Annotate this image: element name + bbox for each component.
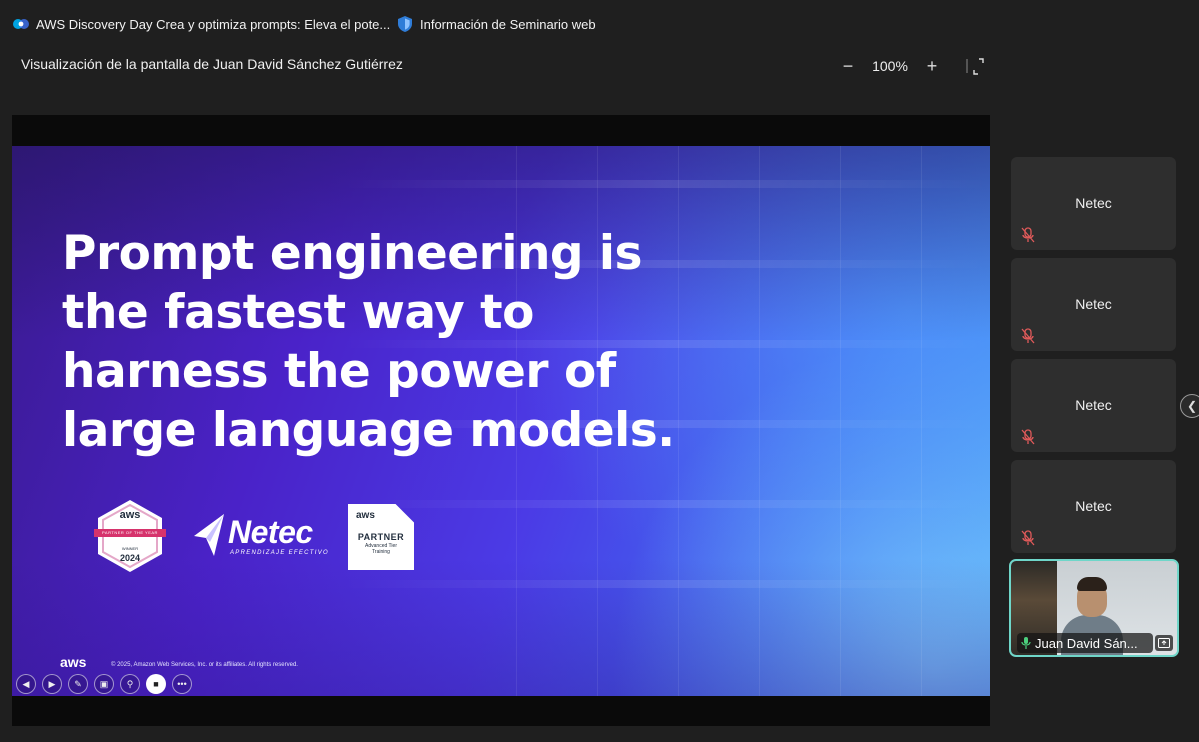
tab-webinar-info-label: Información de Seminario web [420, 16, 596, 32]
partner-badge-tier: Advanced Tier Training [348, 543, 414, 555]
partner-badge-word: PARTNER [357, 532, 405, 542]
aws-partner-of-the-year-badge: aws PARTNER OF THE YEAR WINNER 2024 [92, 498, 168, 574]
participant-tile[interactable]: Netec [1011, 157, 1176, 250]
arrow-right-icon: ▶ [48, 678, 56, 689]
video-camera-icon: ■ [153, 679, 159, 689]
window-tab-bar: AWS Discovery Day Crea y optimiza prompt… [0, 0, 1199, 48]
muted-mic-icon [1021, 429, 1035, 445]
next-slide-button[interactable]: ▶ [42, 674, 62, 694]
zoom-level: 100% [872, 58, 908, 74]
zoom-slide-button[interactable]: ⚲ [120, 674, 140, 694]
muted-mic-icon [1021, 227, 1035, 243]
arrow-left-icon: ◀ [22, 678, 30, 689]
netec-wordmark: Netec [228, 514, 313, 550]
participant-name: Netec [1075, 195, 1112, 211]
speaker-hair [1077, 577, 1107, 591]
aws-badge-winner: WINNER [121, 546, 139, 551]
participant-tile[interactable]: Netec [1011, 258, 1176, 351]
fullscreen-button[interactable] [964, 55, 988, 77]
share-title: Visualización de la pantalla de Juan Dav… [21, 56, 403, 72]
light-band [342, 180, 990, 188]
aws-partner-training-badge: aws PARTNER Advanced Tier Training [348, 504, 414, 570]
netec-logo: Netec APRENDIZAJE EFECTIVO [192, 512, 332, 560]
screen-share-icon [1158, 638, 1170, 648]
expand-icon [966, 58, 984, 75]
participant-name: Netec [1075, 296, 1112, 312]
light-band [342, 500, 990, 508]
partner-badge-brand: aws [356, 510, 375, 521]
camera-button[interactable]: ■ [146, 674, 166, 694]
screen-share-indicator [1155, 635, 1173, 651]
slide-controls: ◀ ▶ ✎ ▣ ⚲ ■ ••• [16, 674, 198, 694]
chevron-left-icon: ❮ [1186, 399, 1198, 413]
netec-arrow-icon [194, 514, 224, 556]
footer-aws-logo: aws [60, 654, 87, 670]
previous-slide-button[interactable]: ◀ [16, 674, 36, 694]
zoom-out-button[interactable]: − [836, 54, 860, 78]
muted-mic-icon [1021, 328, 1035, 344]
pen-icon: ✎ [74, 678, 82, 689]
slides-grid-button[interactable]: ▣ [94, 674, 114, 694]
more-options-button[interactable]: ••• [172, 674, 192, 694]
tab-webinar-info[interactable]: Información de Seminario web [396, 15, 596, 33]
collapse-panel-button[interactable]: ❮ [1180, 394, 1199, 418]
participant-tile[interactable]: Netec [1011, 359, 1176, 452]
aws-badge-title: PARTNER OF THE YEAR [102, 530, 158, 535]
active-mic-icon [1021, 637, 1031, 649]
speaker-name-label: Juan David Sán... [1017, 633, 1153, 653]
tab-meeting-label: AWS Discovery Day Crea y optimiza prompt… [36, 16, 391, 32]
zoom-controls: − 100% + [836, 52, 944, 80]
shield-icon [396, 15, 414, 33]
partner-badge-tier-line2: Training [372, 549, 390, 555]
presentation-slide: Prompt engineering is the fastest way to… [12, 146, 990, 696]
participant-name: Netec [1075, 397, 1112, 413]
slides-icon: ▣ [99, 678, 109, 689]
webex-icon [12, 15, 30, 33]
aws-badge-year: 2024 [119, 553, 141, 563]
netec-tagline: APRENDIZAJE EFECTIVO [230, 550, 330, 556]
aws-badge-brand: aws [119, 509, 141, 521]
zoom-in-button[interactable]: + [920, 54, 944, 78]
participant-tile[interactable]: Netec [1011, 460, 1176, 553]
light-band [342, 580, 990, 588]
active-speaker-tile[interactable]: Juan David Sán... [1009, 559, 1179, 657]
more-icon: ••• [177, 679, 187, 689]
footer-copyright: © 2025, Amazon Web Services, Inc. or its… [111, 662, 298, 668]
magnifier-icon: ⚲ [126, 678, 134, 689]
tab-meeting[interactable]: AWS Discovery Day Crea y optimiza prompt… [12, 15, 390, 33]
participant-name: Netec [1075, 498, 1112, 514]
slide-headline: Prompt engineering is the fastest way to… [62, 226, 675, 458]
pen-button[interactable]: ✎ [68, 674, 88, 694]
muted-mic-icon [1021, 530, 1035, 546]
speaker-name: Juan David Sán... [1035, 635, 1138, 651]
